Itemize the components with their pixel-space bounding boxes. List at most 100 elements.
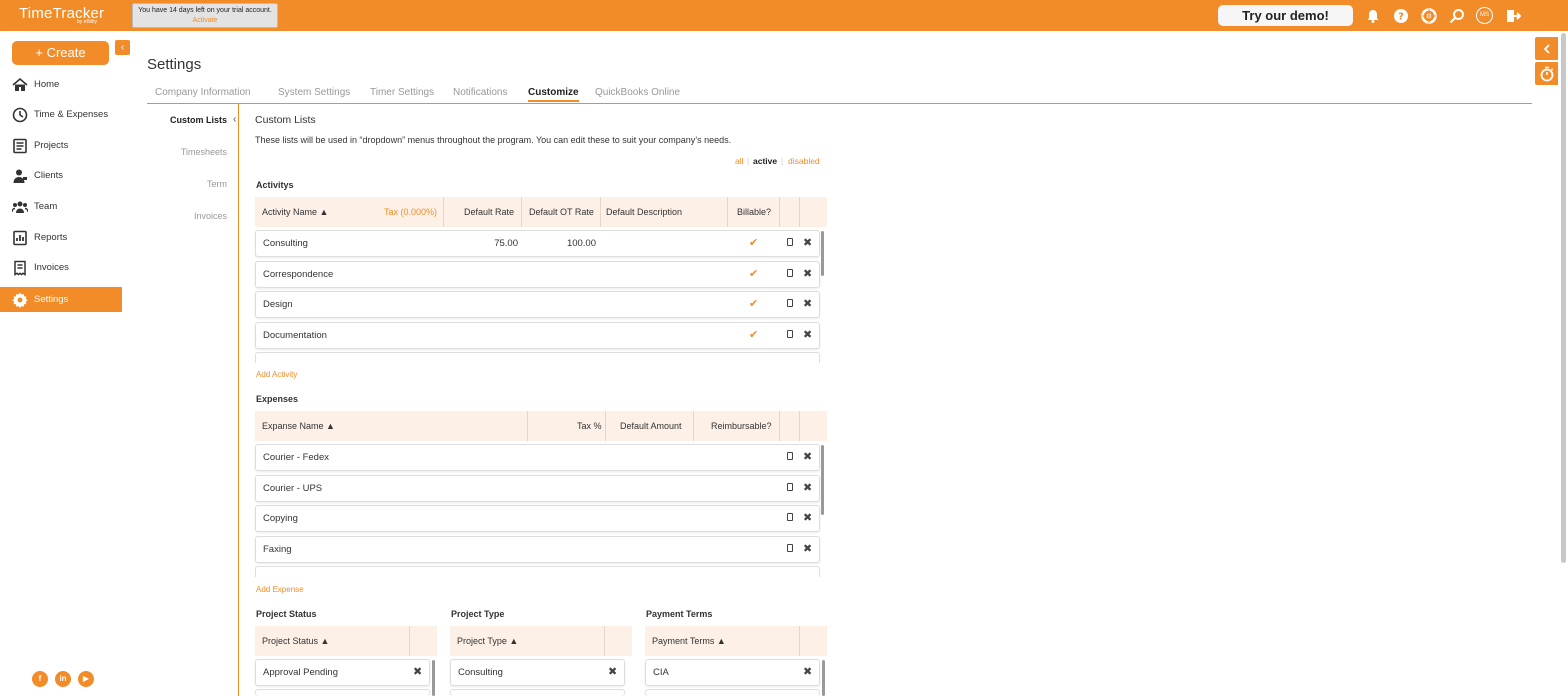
delete-icon[interactable]: ✖ (803, 292, 812, 317)
copy-icon[interactable] (787, 445, 793, 470)
filter-active[interactable]: active (753, 156, 777, 166)
table-row[interactable]: Courier - UPS ✖ (255, 475, 820, 502)
delete-icon[interactable]: ✖ (803, 231, 812, 256)
table-row[interactable]: Correspondence ✔ ✖ (255, 261, 820, 288)
project-status-scrollbar[interactable] (432, 660, 435, 696)
sidebar-item-invoices[interactable]: Invoices (0, 255, 122, 280)
filter-all[interactable]: all (735, 156, 744, 166)
delete-icon[interactable]: ✖ (803, 660, 812, 685)
delete-icon[interactable]: ✖ (803, 506, 812, 531)
col-billable[interactable]: Billable? (737, 197, 771, 227)
col-project-status[interactable]: Project Status ▲ (262, 626, 329, 656)
delete-icon[interactable]: ✖ (803, 445, 812, 470)
col-expense-name[interactable]: Expanse Name ▲ (262, 411, 335, 441)
subnav-invoices[interactable]: Invoices (194, 211, 227, 221)
sidebar-item-reports[interactable]: Reports (0, 225, 122, 250)
youtube-icon[interactable]: ▶ (78, 671, 94, 687)
billable-check-icon[interactable]: ✔ (749, 231, 758, 256)
copy-icon[interactable] (787, 292, 793, 317)
activities-table-header: Activity Name ▲ Tax (0.000%) Default Rat… (255, 197, 827, 227)
timer-icon[interactable] (1535, 62, 1558, 85)
sidebar-item-projects[interactable]: Projects (0, 133, 122, 158)
delete-icon[interactable]: ✖ (803, 476, 812, 501)
expand-panel-icon[interactable] (1535, 37, 1558, 60)
facebook-icon[interactable]: f (32, 671, 48, 687)
brand-sub: by eBility (77, 19, 98, 25)
col-separator (799, 197, 800, 227)
subnav-custom-lists[interactable]: Custom Lists (170, 115, 227, 125)
collapse-sidebar-icon[interactable]: ‹ (115, 40, 130, 55)
col-reimbursable[interactable]: Reimbursable? (711, 411, 772, 441)
copy-icon[interactable] (787, 506, 793, 531)
logout-icon[interactable] (1505, 8, 1521, 24)
help-icon[interactable]: ? (1393, 8, 1409, 24)
expense-name: Copying (263, 513, 298, 524)
page-scrollbar[interactable] (1561, 33, 1566, 563)
copy-icon[interactable] (787, 323, 793, 348)
copy-icon[interactable] (787, 537, 793, 562)
col-default-rate[interactable]: Default Rate (464, 197, 514, 227)
expense-name: Courier - UPS (263, 483, 323, 494)
search-icon[interactable] (1449, 8, 1465, 24)
col-default-description[interactable]: Default Description (606, 197, 682, 227)
add-activity-link[interactable]: Add Activity (256, 370, 297, 379)
sidebar-item-clients[interactable]: Clients (0, 163, 122, 188)
tab-company-information[interactable]: Company Information (155, 87, 251, 98)
col-activity-name[interactable]: Activity Name ▲ (262, 197, 328, 227)
linkedin-icon[interactable]: in (55, 671, 71, 687)
col-project-type[interactable]: Project Type ▲ (457, 626, 518, 656)
col-payment-terms[interactable]: Payment Terms ▲ (652, 626, 726, 656)
sidebar-item-team[interactable]: Team (0, 194, 122, 219)
table-row[interactable]: Consulting 75.00 100.00 ✔ ✖ (255, 230, 820, 257)
table-row[interactable]: Consulting ✖ (450, 659, 625, 686)
delete-icon[interactable]: ✖ (803, 323, 812, 348)
billable-check-icon[interactable]: ✔ (749, 292, 758, 317)
col-default-amount[interactable]: Default Amount (620, 411, 682, 441)
project-status-name: Approval Pending (263, 667, 338, 678)
billable-check-icon[interactable]: ✔ (749, 323, 758, 348)
create-button[interactable]: + Create (12, 41, 109, 65)
expenses-scrollbar[interactable] (821, 445, 824, 515)
support-icon[interactable] (1421, 8, 1437, 24)
tab-timer-settings[interactable]: Timer Settings (370, 87, 434, 98)
bell-icon[interactable] (1365, 8, 1381, 24)
clients-icon (12, 168, 28, 184)
table-row[interactable]: CIA ✖ (645, 659, 820, 686)
add-expense-link[interactable]: Add Expense (256, 585, 304, 594)
tab-quickbooks-online[interactable]: QuickBooks Online (595, 87, 680, 98)
filter-disabled[interactable]: disabled (788, 156, 820, 166)
try-demo-button[interactable]: Try our demo! (1218, 5, 1353, 26)
sidebar-item-home[interactable]: Home (0, 72, 122, 97)
tab-notifications[interactable]: Notifications (453, 87, 507, 98)
table-row[interactable]: Approval Pending ✖ (255, 659, 430, 686)
tab-customize[interactable]: Customize (528, 87, 579, 102)
table-row[interactable]: Design ✔ ✖ (255, 291, 820, 318)
sidebar-item-time-expenses[interactable]: Time & Expenses (0, 102, 122, 127)
payment-terms-scrollbar[interactable] (822, 660, 825, 696)
billable-check-icon[interactable]: ✔ (749, 262, 758, 287)
table-row-partial (255, 566, 820, 577)
tab-system-settings[interactable]: System Settings (278, 87, 350, 98)
avatar[interactable]: MS (1476, 7, 1493, 24)
delete-icon[interactable]: ✖ (803, 537, 812, 562)
table-row[interactable]: Documentation ✔ ✖ (255, 322, 820, 349)
copy-icon[interactable] (787, 262, 793, 287)
table-row[interactable]: Courier - Fedex ✖ (255, 444, 820, 471)
delete-icon[interactable]: ✖ (803, 262, 812, 287)
col-tax-percent[interactable]: Tax % (577, 411, 602, 441)
sidebar-item-settings[interactable]: Settings (0, 287, 122, 312)
copy-icon[interactable] (787, 231, 793, 256)
copy-icon[interactable] (787, 476, 793, 501)
project-status-header: Project Status ▲ (255, 626, 437, 656)
table-row[interactable]: Faxing ✖ (255, 536, 820, 563)
activate-link[interactable]: Activate (133, 17, 277, 24)
activities-scrollbar[interactable] (821, 231, 824, 276)
subnav-timesheets[interactable]: Timesheets (181, 147, 227, 157)
subnav-term[interactable]: Term (207, 179, 227, 189)
col-default-ot-rate[interactable]: Default OT Rate (529, 197, 594, 227)
col-tax[interactable]: Tax (0.000%) (384, 197, 437, 227)
table-row[interactable]: Copying ✖ (255, 505, 820, 532)
delete-icon[interactable]: ✖ (608, 660, 617, 685)
page-title: Settings (147, 56, 202, 73)
delete-icon[interactable]: ✖ (413, 660, 422, 685)
